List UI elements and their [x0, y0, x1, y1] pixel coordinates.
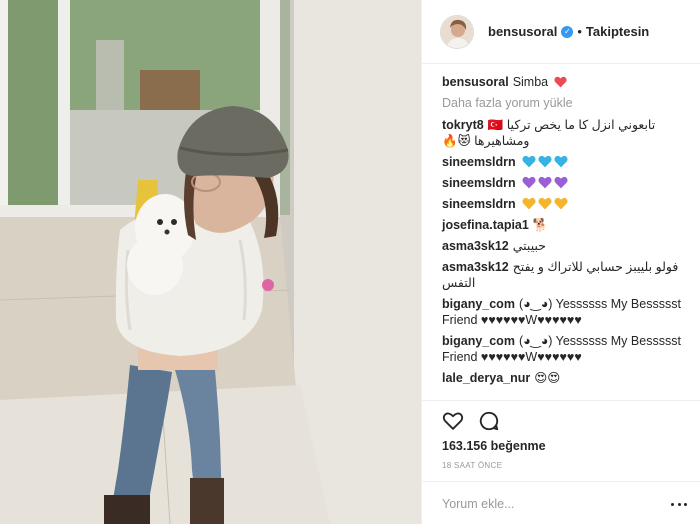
add-comment-bar	[422, 481, 700, 524]
comment-row: sineemsldrn	[442, 175, 689, 191]
heart-emoji-icon	[554, 176, 568, 189]
comment-text: 🐕	[532, 218, 549, 232]
likes-count-line[interactable]: 163.156 beğenme	[442, 439, 546, 453]
comment-username[interactable]: lale_derya_nur	[442, 371, 530, 385]
comment-username[interactable]: sineemsldrn	[442, 197, 516, 211]
header-separator: •	[577, 24, 582, 39]
heart-emoji-icon	[554, 155, 568, 168]
heart-emoji-icon	[538, 155, 552, 168]
comment-username[interactable]: bigany_com	[442, 297, 515, 311]
comments-list: bensusoral Simba Daha fazla yorum yükle t…	[422, 64, 700, 400]
avatar[interactable]	[440, 14, 474, 49]
heart-emoji-icon	[538, 197, 552, 210]
comment-row: asma3sk12 حبيبتي	[442, 238, 689, 254]
load-more-comments-button[interactable]: Daha fazla yorum yükle	[442, 95, 689, 111]
comment-row: tokryt8 تابعوني انزل كا ما يخص تركيا 🇹🇷 و…	[442, 117, 689, 149]
comment-row: bigany_com (◕‿◕) Yessssss My Bessssst Fri…	[442, 296, 689, 328]
comment-username[interactable]: bigany_com	[442, 334, 515, 348]
ellipsis-icon[interactable]	[671, 496, 687, 512]
avatar-image	[441, 15, 473, 48]
caption-text: Simba	[512, 75, 549, 89]
heart-outline-icon[interactable]	[442, 410, 464, 432]
caption-username[interactable]: bensusoral	[442, 75, 509, 89]
comment-row: asma3sk12 فولو بلييبز حسابي للاتراك و يفت…	[442, 259, 689, 291]
likes-label: beğenme	[490, 439, 546, 453]
post-sidebar: bensusoral ✓ • Takiptesin bensusoral Simb…	[421, 0, 700, 524]
comment-username[interactable]: sineemsldrn	[442, 155, 516, 169]
heart-emoji-icon	[522, 155, 536, 168]
post-photo-illustration	[0, 0, 421, 524]
comment-text: 😍😍	[534, 371, 561, 385]
comment-row: lale_derya_nur 😍😍	[442, 370, 689, 386]
comment-bubble-icon[interactable]	[478, 410, 500, 432]
heart-emoji-icon	[538, 176, 552, 189]
heart-emoji-icon	[522, 176, 536, 189]
comment-row: bigany_com (◕‿◕) Yessssss My Bessssst Fri…	[442, 333, 689, 365]
heart-emoji-icon	[522, 197, 536, 210]
comment-input[interactable]	[442, 496, 652, 511]
comment-row: sineemsldrn	[442, 154, 689, 170]
comment-username[interactable]: josefina.tapia1	[442, 218, 529, 232]
comment-username[interactable]: sineemsldrn	[442, 176, 516, 190]
heart-emoji-icon	[554, 197, 568, 210]
comment-username[interactable]: tokryt8	[442, 118, 484, 132]
post-timestamp[interactable]: 18 SAAT ÖNCE	[442, 461, 502, 470]
comment-row: josefina.tapia1 🐕	[442, 217, 689, 233]
comment-username[interactable]: asma3sk12	[442, 260, 509, 274]
post-photo[interactable]	[0, 0, 421, 524]
red-heart-emoji-icon	[554, 76, 567, 88]
post-header: bensusoral ✓ • Takiptesin	[422, 0, 700, 64]
comment-text: حبيبتي	[512, 239, 546, 253]
post-author-username[interactable]: bensusoral	[488, 24, 557, 39]
verified-badge-icon: ✓	[561, 25, 574, 38]
comment-row: sineemsldrn	[442, 196, 689, 212]
caption: bensusoral Simba	[442, 74, 689, 90]
likes-count: 163.156	[442, 439, 488, 453]
post-actions: 163.156 beğenme 18 SAAT ÖNCE	[422, 400, 700, 524]
following-button[interactable]: Takiptesin	[586, 24, 649, 39]
action-icons	[442, 410, 500, 436]
comment-username[interactable]: asma3sk12	[442, 239, 509, 253]
